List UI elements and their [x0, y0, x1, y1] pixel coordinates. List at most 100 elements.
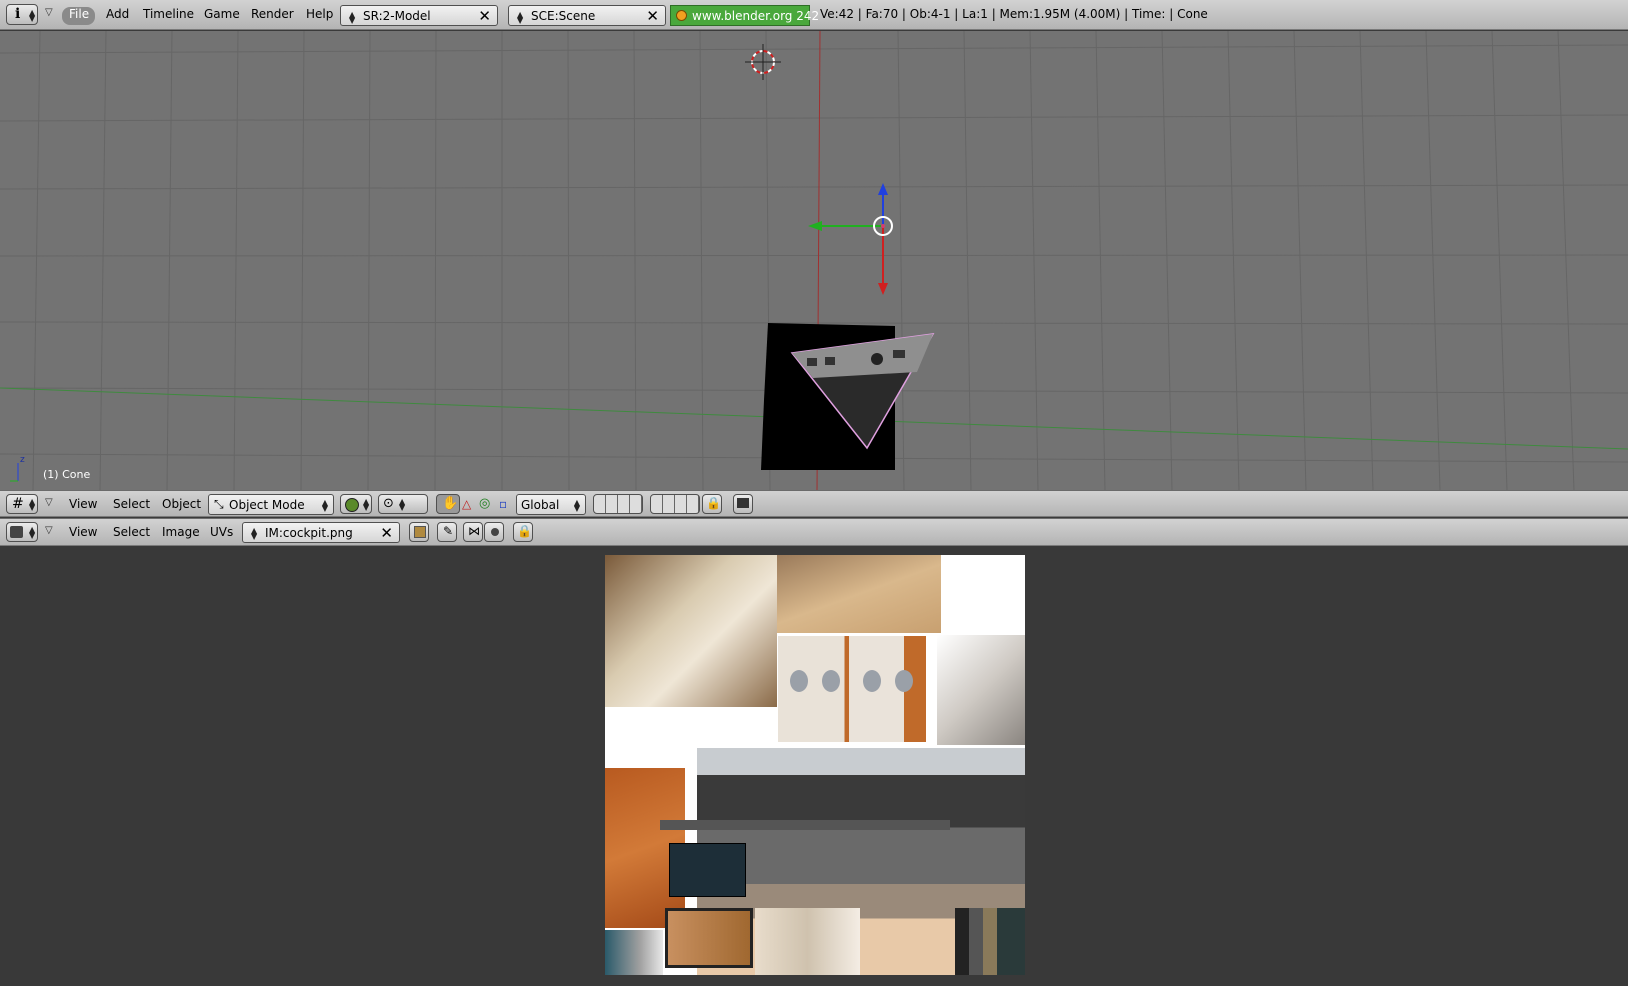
- collapse-menu-icon[interactable]: ▽: [45, 7, 53, 18]
- collapse-menu-icon[interactable]: ▽: [45, 497, 53, 508]
- menu-object[interactable]: Object: [162, 497, 201, 511]
- menu-file[interactable]: File: [69, 7, 89, 21]
- cockpit-texture-image: [605, 555, 1025, 975]
- cream-panel-patch: [755, 908, 860, 975]
- split-icon: ⋈: [468, 524, 480, 538]
- window-left-1: [790, 670, 808, 692]
- image-editor-header: ▲ ▼ ▽ View Select Image UVs ▲ ▼ IM:cockpit…: [0, 518, 1628, 546]
- axis-gizmo: z: [6, 455, 36, 485]
- package-icon: [414, 526, 426, 538]
- orientation-select-value: Global: [521, 498, 560, 512]
- blender-link[interactable]: www.blender.org 242: [670, 5, 819, 26]
- menu-view[interactable]: View: [69, 497, 97, 511]
- lock-layers-button[interactable]: 🔒: [702, 494, 722, 514]
- glareshield-strip: [660, 820, 950, 830]
- marble-table-patch: [777, 555, 941, 633]
- menu-help[interactable]: Help: [306, 7, 333, 21]
- hand-icon: ✋: [442, 496, 459, 511]
- image-name: IM:cockpit.png: [265, 526, 353, 540]
- menu-view[interactable]: View: [69, 525, 97, 539]
- image-editor-view[interactable]: [0, 546, 1628, 986]
- updown-arrows-icon: ▲ ▼: [349, 10, 356, 25]
- layer-buttons-1[interactable]: [593, 494, 643, 514]
- screen-field[interactable]: ▲ ▼ SR:2-Model ✕: [340, 5, 498, 26]
- close-icon[interactable]: ✕: [646, 7, 659, 25]
- updown-arrows-icon: ▲ ▼: [29, 525, 36, 540]
- draw-tool-button[interactable]: ✎: [437, 522, 457, 542]
- editor-type-button[interactable]: i ▲ ▼: [6, 4, 38, 25]
- scene-name: SCE:Scene: [531, 9, 596, 23]
- draw-type-button[interactable]: ▲ ▼: [340, 494, 372, 514]
- editor-type-button[interactable]: ▲ ▼: [6, 522, 38, 542]
- brush-icon: ✎: [443, 524, 454, 538]
- image-editor-icon: [10, 526, 23, 538]
- menu-image[interactable]: Image: [162, 525, 200, 539]
- mode-select-value: Object Mode: [229, 498, 305, 512]
- menu-game[interactable]: Game: [204, 7, 240, 21]
- dot-icon: [491, 528, 499, 536]
- info-header: i ▲ ▼ ▽ File Add Timeline Game Render Hel…: [0, 0, 1628, 30]
- active-object-label: (1) Cone: [43, 468, 91, 481]
- close-icon[interactable]: ✕: [478, 7, 491, 25]
- uv-select-mode-button[interactable]: [484, 522, 504, 542]
- updown-arrows-icon: ▲ ▼: [363, 497, 370, 512]
- close-icon[interactable]: ✕: [380, 524, 393, 542]
- pack-image-button[interactable]: [409, 522, 429, 542]
- updown-arrows-icon: ▲ ▼: [573, 498, 580, 513]
- layer-buttons-2[interactable]: [650, 494, 700, 514]
- menu-add[interactable]: Add: [106, 7, 129, 21]
- lock-button[interactable]: 🔒: [513, 522, 533, 542]
- transform-manipulator[interactable]: [800, 181, 920, 311]
- collapse-menu-icon[interactable]: ▽: [45, 525, 53, 536]
- updown-arrows-icon: ▲ ▼: [29, 8, 36, 23]
- cone-mesh[interactable]: [755, 320, 955, 490]
- updown-arrows-icon: ▲ ▼: [29, 497, 36, 512]
- menu-render[interactable]: Render: [251, 7, 294, 21]
- scene-field[interactable]: ▲ ▼ SCE:Scene ✕: [508, 5, 666, 26]
- render-icon: [737, 498, 749, 508]
- leather-seat-patch: [605, 555, 777, 707]
- orientation-select[interactable]: Global ▲ ▼: [516, 494, 586, 515]
- menu-timeline[interactable]: Timeline: [143, 7, 194, 21]
- 3d-cursor-icon[interactable]: [741, 40, 785, 84]
- translate-icon[interactable]: △: [462, 497, 471, 511]
- dark-screen-patch: [669, 843, 746, 897]
- lock-icon: 🔒: [517, 524, 532, 538]
- grid-icon: #: [12, 496, 24, 512]
- manipulator-toggle[interactable]: ✋: [436, 494, 460, 514]
- wood-panel-patch: [665, 908, 753, 968]
- window-left-2: [822, 670, 840, 692]
- pivot-button[interactable]: ⊙ ▲ ▼: [378, 494, 428, 514]
- menu-uvs[interactable]: UVs: [210, 525, 233, 539]
- blender-link-text: www.blender.org 242: [692, 9, 820, 23]
- 3d-view-header: # ▲ ▼ ▽ View Select Object ⤡ Object Mode …: [0, 490, 1628, 517]
- blender-logo-icon: [676, 10, 687, 21]
- render-view-button[interactable]: [733, 494, 753, 514]
- updown-arrows-icon: ▲ ▼: [399, 497, 406, 512]
- window-right-1: [863, 670, 881, 692]
- uv-sync-button[interactable]: ⋈: [463, 522, 483, 542]
- updown-arrows-icon: ▲ ▼: [517, 10, 524, 25]
- scene-stats: Ve:42 | Fa:70 | Ob:4-1 | La:1 | Mem:1.95…: [820, 7, 1208, 21]
- rotate-icon[interactable]: ◎: [479, 496, 490, 511]
- editor-type-button[interactable]: # ▲ ▼: [6, 494, 38, 514]
- mode-select[interactable]: ⤡ Object Mode ▲ ▼: [208, 494, 334, 515]
- scale-icon[interactable]: ▫: [499, 497, 507, 511]
- pilot-seat-patch: [937, 635, 1025, 745]
- shading-icon: [345, 498, 359, 512]
- misc-texture-patch: [955, 908, 1025, 975]
- updown-arrows-icon: ▲ ▼: [251, 526, 258, 541]
- axis-z-label: z: [20, 455, 25, 465]
- metal-strip-patch: [605, 930, 663, 975]
- updown-arrows-icon: ▲ ▼: [321, 498, 328, 513]
- object-mode-icon: ⤡: [214, 497, 224, 511]
- menu-select[interactable]: Select: [113, 497, 150, 511]
- pivot-icon: ⊙: [383, 496, 394, 511]
- image-field[interactable]: ▲ ▼ IM:cockpit.png ✕: [242, 522, 400, 543]
- menu-select[interactable]: Select: [113, 525, 150, 539]
- 3d-viewport[interactable]: z (1) Cone: [0, 31, 1628, 490]
- window-right-2: [895, 670, 913, 692]
- info-icon: i: [15, 6, 21, 22]
- screen-name: SR:2-Model: [363, 9, 431, 23]
- lock-icon: 🔒: [706, 496, 721, 510]
